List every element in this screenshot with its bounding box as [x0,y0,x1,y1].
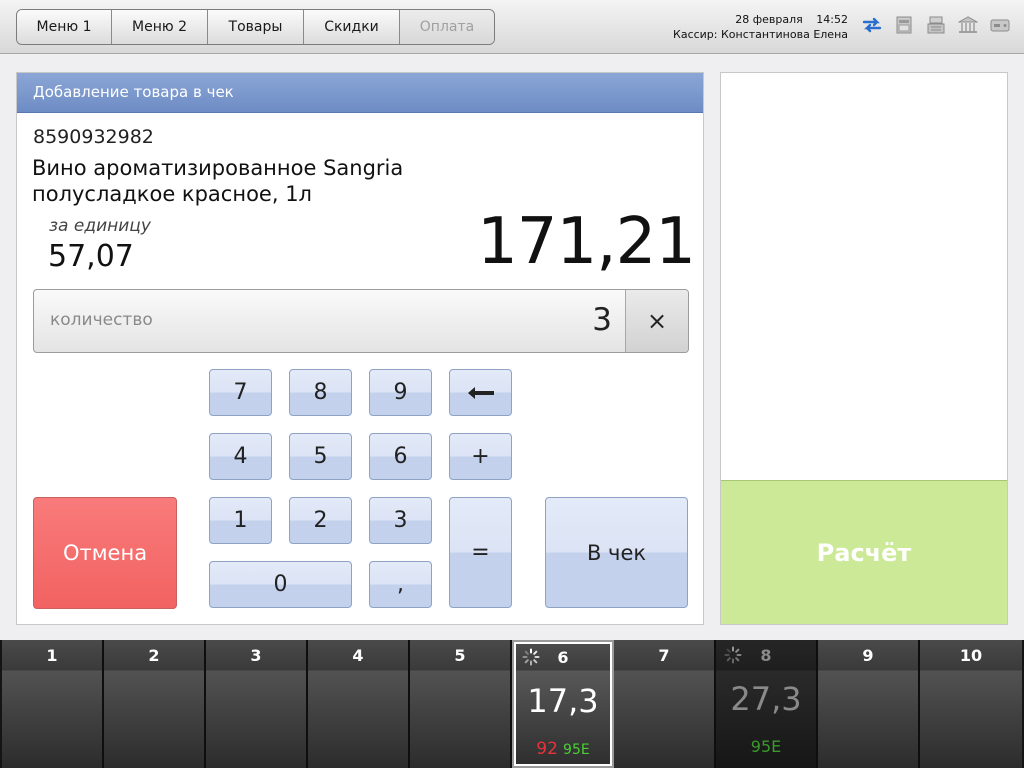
pump-number: 1 [46,646,58,665]
product-name-line-1: Вино ароматизированное Sangria [32,156,404,180]
key-6[interactable]: 6 [369,433,432,480]
pump-number: 2 [148,646,160,665]
discounts-button[interactable]: Скидки [304,10,400,44]
barcode-text: 8590932982 [33,126,154,148]
quantity-input[interactable]: количество 3 × [33,289,689,353]
cash-register-icon[interactable] [924,13,948,37]
key-1[interactable]: 1 [209,497,272,544]
key-4[interactable]: 4 [209,433,272,480]
pump-number: 5 [454,646,466,665]
receipt-panel: Расчёт [720,72,1008,625]
fuel-types: 95E [716,737,816,756]
unit-price-value: 57,07 [48,239,134,274]
quantity-placeholder: количество [50,310,153,330]
key-5[interactable]: 5 [289,433,352,480]
pump-6[interactable]: 6 17,3 92 95E [512,640,614,768]
main-menu: Меню 1 Меню 2 Товары Скидки Оплата [16,9,495,45]
backspace-key[interactable] [449,369,512,416]
add-item-dialog: Добавление товара в чек 8590932982 Вино … [16,72,704,625]
key-0[interactable]: 0 [209,561,352,608]
pump-5[interactable]: 5 [410,640,512,768]
clear-quantity-button[interactable]: × [625,290,688,352]
plus-key[interactable]: + [449,433,512,480]
date-text: 28 февраля [735,13,803,26]
key-2[interactable]: 2 [289,497,352,544]
total-amount: 171,21 [477,205,696,279]
pump-number: 9 [862,646,874,665]
date-cashier-info: 28 февраля 14:52 Кассир: Константинова Е… [673,12,848,42]
pump-volume: 17,3 [527,682,599,720]
pump-number: 4 [352,646,364,665]
checkout-button[interactable]: Расчёт [721,480,1007,624]
pump-number: 8 [760,646,772,665]
key-3[interactable]: 3 [369,497,432,544]
menu-1-button[interactable]: Меню 1 [17,10,112,44]
menu-2-button[interactable]: Меню 2 [112,10,208,44]
unit-price-label: за единицу [49,216,151,236]
comma-key[interactable]: , [369,561,432,608]
fuel-92-label: 92 [536,739,558,759]
pump-volume: 27,3 [730,680,802,718]
payment-menu-button: Оплата [400,10,494,44]
cancel-button[interactable]: Отмена [33,497,177,609]
pump-3[interactable]: 3 [206,640,308,768]
equals-key[interactable]: = [449,497,512,608]
fuel-pumps-bar: 1 2 3 4 5 6 17,3 92 95E 7 8 27,3 95E 9 1… [0,640,1024,768]
sync-arrows-icon[interactable] [860,13,884,37]
goods-button[interactable]: Товары [208,10,304,44]
fuel-types: 92 95E [514,739,612,759]
pump-10[interactable]: 10 [920,640,1022,768]
pump-7[interactable]: 7 [614,640,716,768]
dialog-title: Добавление товара в чек [17,73,703,113]
printer-icon[interactable] [892,13,916,37]
pump-number: 10 [959,646,983,665]
pump-1[interactable]: 1 [2,640,104,768]
toolbar-icons [860,13,1020,37]
key-8[interactable]: 8 [289,369,352,416]
key-9[interactable]: 9 [369,369,432,416]
pump-number: 3 [250,646,262,665]
product-name-line-2: полусладкое красное, 1л [32,182,312,206]
product-name: Вино ароматизированное Sangria полусладк… [32,155,472,207]
fuel-95e-label: 95E [563,742,590,758]
cashier-name: Кассир: Константинова Елена [673,28,848,41]
pump-8[interactable]: 8 27,3 95E [716,640,818,768]
time-text: 14:52 [816,13,848,26]
bank-icon[interactable] [956,13,980,37]
backspace-arrow-icon [467,386,494,399]
key-7[interactable]: 7 [209,369,272,416]
pump-9[interactable]: 9 [818,640,920,768]
top-bar: Меню 1 Меню 2 Товары Скидки Оплата 28 фе… [0,0,1024,54]
pump-4[interactable]: 4 [308,640,410,768]
card-reader-icon[interactable] [988,13,1012,37]
quantity-value: 3 [592,302,612,338]
pump-number: 6 [557,648,569,667]
fuel-95e-label: 95E [750,737,782,756]
pump-number: 7 [658,646,670,665]
add-to-receipt-button[interactable]: В чек [545,497,688,608]
pump-2[interactable]: 2 [104,640,206,768]
